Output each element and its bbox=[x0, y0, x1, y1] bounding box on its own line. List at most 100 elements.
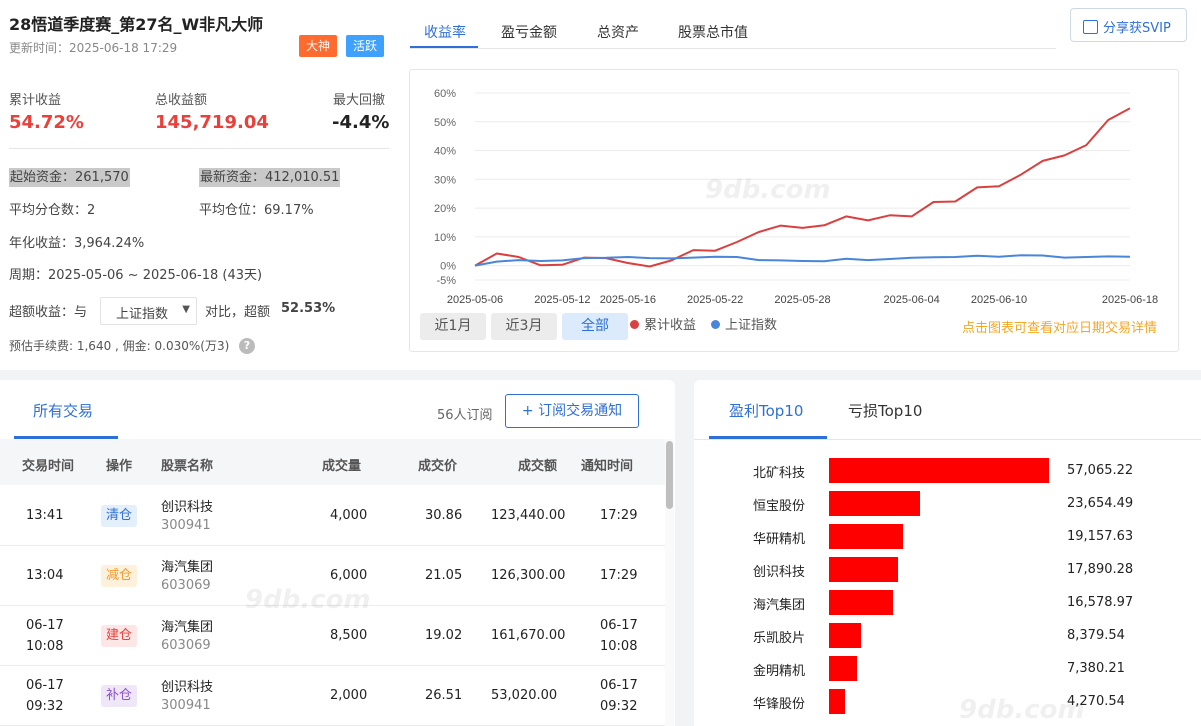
stock-name[interactable]: 海汽集团 bbox=[161, 616, 213, 635]
chart-hint: 点击图表可查看对应日期交易详情 bbox=[962, 321, 1158, 336]
trades-scrollbar[interactable] bbox=[665, 439, 674, 726]
watermark: 9db.com bbox=[245, 585, 371, 615]
x-tick-label: 2025-06-18 bbox=[1102, 294, 1158, 306]
scroll-thumb[interactable] bbox=[666, 441, 673, 509]
trade-time: 13:04 bbox=[26, 568, 64, 583]
trade-price: 30.86 bbox=[425, 508, 463, 523]
top10-divider bbox=[694, 439, 1201, 440]
table-row[interactable]: 06-17 09:32 补仓 创识科技 300941 2,000 26.51 5… bbox=[0, 666, 665, 726]
trade-amount: 161,670.00 bbox=[491, 628, 566, 643]
chevron-down-icon: ▼ bbox=[182, 304, 190, 315]
bar-value: 23,654.49 bbox=[1067, 496, 1134, 511]
notify-time: 10:08 bbox=[600, 639, 638, 654]
legend-strategy-dot bbox=[630, 320, 639, 329]
stock-name[interactable]: 海汽集团 bbox=[161, 556, 213, 575]
tab-loss-top10[interactable]: 亏损Top10 bbox=[848, 400, 922, 421]
trade-date: 06-17 bbox=[26, 678, 64, 693]
bar-value: 17,890.28 bbox=[1067, 562, 1134, 577]
return-chart[interactable]: 60% 50% 40% 30% 20% 10% 0% -5% 2025-05-06 2025-0… bbox=[409, 69, 1179, 352]
bar-label: 华研精机 bbox=[753, 532, 806, 547]
legend-strategy[interactable]: 累计收益 bbox=[630, 314, 696, 333]
trade-time: 09:32 bbox=[26, 699, 64, 714]
profit-bar bbox=[829, 689, 846, 714]
tab-all-trades[interactable]: 所有交易 bbox=[33, 400, 93, 421]
action-badge: 建仓 bbox=[101, 625, 137, 647]
bar-value: 8,379.54 bbox=[1067, 628, 1125, 643]
legend-strategy-label: 累计收益 bbox=[644, 318, 697, 333]
tab-total-assets[interactable]: 总资产 bbox=[597, 22, 639, 42]
col-notify-time: 通知时间 bbox=[581, 459, 634, 474]
col-volume: 成交量 bbox=[322, 459, 362, 474]
tab-market-value[interactable]: 股票总市值 bbox=[678, 22, 748, 42]
y-tick-label: -5% bbox=[436, 275, 456, 287]
active-badge: 活跃 bbox=[346, 35, 385, 57]
trade-price: 19.02 bbox=[425, 628, 463, 643]
stock-code: 300941 bbox=[161, 698, 211, 713]
profit-bar bbox=[829, 458, 1049, 483]
initial-capital: 起始资金：261,570 bbox=[9, 168, 130, 187]
trade-date: 06-17 bbox=[26, 618, 64, 633]
stock-code: 603069 bbox=[161, 578, 211, 593]
bar-label: 金明精机 bbox=[753, 664, 806, 679]
y-tick-label: 60% bbox=[434, 88, 456, 100]
tabs-divider bbox=[410, 48, 1056, 49]
index-select-value: 上证指数 bbox=[116, 307, 169, 322]
bar-label: 北矿科技 bbox=[753, 466, 806, 481]
tab-return-rate[interactable]: 收益率 bbox=[424, 22, 466, 42]
notify-time: 17:29 bbox=[600, 568, 638, 583]
chart-svg: 60% 50% 40% 30% 20% 10% 0% -5% 2025-05-06 2025-0… bbox=[434, 88, 1158, 306]
profit-bar bbox=[829, 590, 893, 615]
notify-date: 06-17 bbox=[600, 678, 638, 693]
bar-value: 7,380.21 bbox=[1067, 661, 1125, 676]
x-tick-label: 2025-06-10 bbox=[971, 294, 1027, 306]
action-badge: 补仓 bbox=[101, 685, 137, 707]
max-drawdown-label: 最大回撤 bbox=[333, 93, 386, 108]
stock-name[interactable]: 创识科技 bbox=[161, 496, 213, 515]
share-svip-button[interactable]: 分享获SVIP bbox=[1070, 8, 1187, 42]
tab-profit-loss[interactable]: 盈亏金额 bbox=[501, 22, 557, 42]
trade-time: 13:41 bbox=[26, 508, 64, 523]
avg-position: 平均仓位：69.17% bbox=[199, 203, 314, 218]
range-all-button[interactable]: 全部 bbox=[562, 313, 628, 340]
subscriber-count: 56人订阅 bbox=[437, 408, 493, 423]
subscribe-button[interactable]: + 订阅交易通知 bbox=[505, 394, 639, 428]
y-tick-label: 20% bbox=[434, 203, 456, 215]
share-button-label: 分享获SVIP bbox=[1103, 21, 1171, 36]
stock-name[interactable]: 创识科技 bbox=[161, 676, 213, 695]
col-amount: 成交额 bbox=[518, 459, 558, 474]
max-drawdown-value: -4.4% bbox=[332, 112, 390, 133]
action-badge: 清仓 bbox=[101, 505, 137, 527]
range-1-month-button[interactable]: 近1月 bbox=[420, 313, 486, 340]
trade-price: 21.05 bbox=[425, 568, 463, 583]
legend-index-dot bbox=[711, 320, 720, 329]
notify-time: 17:29 bbox=[600, 508, 638, 523]
bar-value: 16,578.97 bbox=[1067, 595, 1134, 610]
range-3-month-button[interactable]: 近3月 bbox=[491, 313, 557, 340]
bar-label: 创识科技 bbox=[753, 565, 806, 580]
tab-profit-top10[interactable]: 盈利Top10 bbox=[729, 400, 803, 421]
fees: 预估手续费: 1,640 , 佣金: 0.030%(万3) bbox=[9, 339, 230, 353]
bar-value: 57,065.22 bbox=[1067, 463, 1134, 478]
excess-value: 52.53% bbox=[281, 301, 336, 316]
legend-index-label: 上证指数 bbox=[725, 318, 778, 333]
col-action: 操作 bbox=[106, 459, 133, 474]
trade-amount: 53,020.00 bbox=[491, 688, 558, 703]
trade-amount: 126,300.00 bbox=[491, 568, 566, 583]
x-tick-label: 2025-05-28 bbox=[774, 294, 830, 306]
col-trade-time: 交易时间 bbox=[22, 459, 75, 474]
table-row[interactable]: 06-17 10:08 建仓 海汽集团 603069 8,500 19.02 1… bbox=[0, 606, 665, 666]
excess-mid: 对比，超额 bbox=[205, 305, 271, 320]
legend-index[interactable]: 上证指数 bbox=[711, 314, 777, 333]
table-row[interactable]: 13:41 清仓 创识科技 300941 4,000 30.86 123,440… bbox=[0, 486, 665, 546]
bar-label: 海汽集团 bbox=[753, 598, 806, 613]
watermark: 9db.com bbox=[959, 695, 1085, 725]
index-select[interactable]: 上证指数 ▼ bbox=[100, 297, 197, 325]
x-tick-label: 2025-05-06 bbox=[447, 294, 503, 306]
help-icon[interactable]: ? bbox=[239, 338, 255, 354]
update-time: 更新时间：2025-06-18 17:29 bbox=[9, 41, 178, 55]
x-tick-label: 2025-05-16 bbox=[600, 294, 656, 306]
avg-splits: 平均分仓数：2 bbox=[9, 203, 96, 218]
y-tick-label: 40% bbox=[434, 146, 456, 158]
page-title: 28悟道季度赛_第27名_W非凡大师 bbox=[9, 15, 264, 34]
stats-divider bbox=[9, 148, 389, 149]
